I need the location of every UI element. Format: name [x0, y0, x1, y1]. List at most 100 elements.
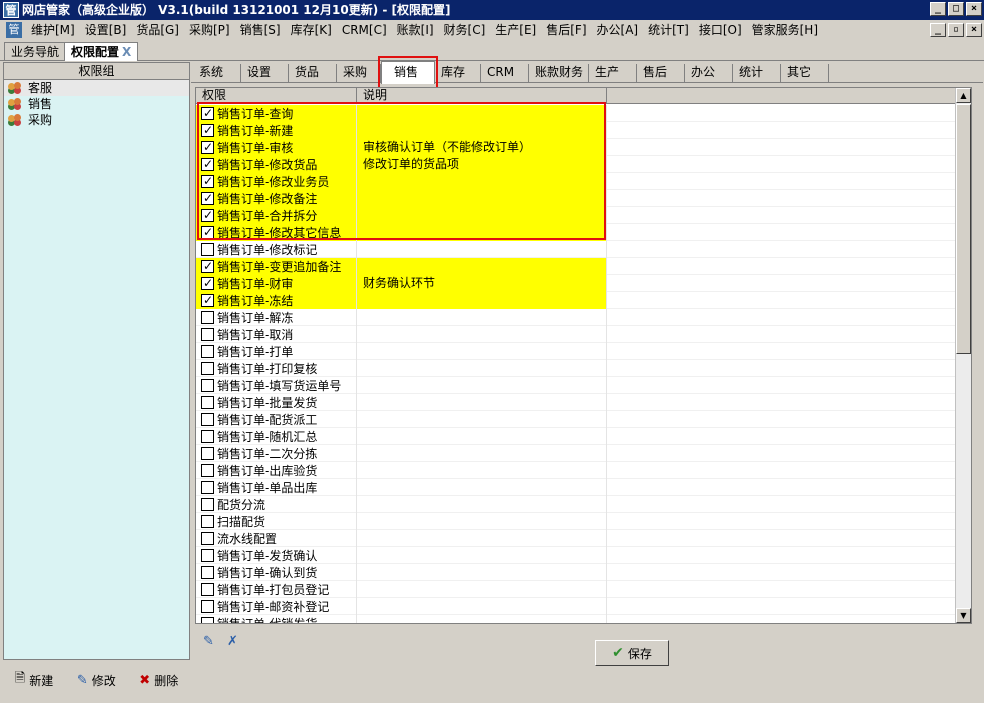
- permission-checkbox[interactable]: [201, 379, 214, 392]
- table-row[interactable]: 扫描配货: [196, 513, 966, 530]
- scroll-up-arrow-icon[interactable]: ▲: [956, 88, 971, 103]
- permission-checkbox[interactable]: [201, 292, 214, 308]
- table-row[interactable]: 销售订单-变更追加备注: [196, 258, 966, 275]
- table-row[interactable]: 销售订单-打包员登记: [196, 581, 966, 598]
- table-row[interactable]: 销售订单-解冻: [196, 309, 966, 326]
- table-row[interactable]: 销售订单-修改其它信息: [196, 224, 966, 241]
- new-group-button[interactable]: 🗎 新建: [15, 669, 53, 691]
- permission-checkbox[interactable]: [201, 430, 214, 443]
- table-row[interactable]: 销售订单-取消: [196, 326, 966, 343]
- tab-business-navigation[interactable]: 业务导航: [4, 42, 67, 61]
- table-row[interactable]: 销售订单-打单: [196, 343, 966, 360]
- permission-checkbox[interactable]: [201, 566, 214, 579]
- permission-checkbox[interactable]: [201, 173, 214, 189]
- check-all-icon[interactable]: ✎: [203, 634, 219, 650]
- permission-checkbox[interactable]: [201, 190, 214, 206]
- menu-service[interactable]: 管家服务[H]: [747, 21, 823, 39]
- uncheck-all-icon[interactable]: ✗: [227, 634, 243, 650]
- permission-checkbox[interactable]: [201, 600, 214, 613]
- edit-group-button[interactable]: ✎ 修改: [77, 672, 116, 689]
- tab-other[interactable]: 其它: [781, 64, 829, 83]
- menu-finance[interactable]: 财务[C]: [439, 21, 491, 39]
- menu-interface[interactable]: 接口[O]: [694, 21, 747, 39]
- table-row[interactable]: 销售订单-二次分拣: [196, 445, 966, 462]
- minimize-button[interactable]: _: [930, 2, 946, 16]
- permission-checkbox[interactable]: [201, 311, 214, 324]
- permission-checkbox[interactable]: [201, 532, 214, 545]
- permission-checkbox[interactable]: [201, 258, 214, 274]
- scrollbar-thumb[interactable]: [956, 104, 971, 354]
- table-row[interactable]: 销售订单-随机汇总: [196, 428, 966, 445]
- menu-statistics[interactable]: 统计[T]: [643, 21, 694, 39]
- mdi-minimize-button[interactable]: _: [930, 23, 946, 37]
- menu-accounts[interactable]: 账款[I]: [392, 21, 439, 39]
- permission-checkbox[interactable]: [201, 447, 214, 460]
- permission-checkbox[interactable]: [201, 328, 214, 341]
- permission-checkbox[interactable]: [201, 345, 214, 358]
- menu-inventory[interactable]: 库存[K]: [286, 21, 337, 39]
- table-row[interactable]: 销售订单-财审 财务确认环节: [196, 275, 966, 292]
- app-menu-icon[interactable]: 管: [6, 22, 22, 38]
- tab-purchase[interactable]: 采购: [337, 64, 381, 83]
- table-row[interactable]: 销售订单-修改货品 修改订单的货品项: [196, 156, 966, 173]
- mdi-restore-button[interactable]: ▫: [948, 23, 964, 37]
- permission-checkbox[interactable]: [201, 498, 214, 511]
- maximize-button[interactable]: □: [948, 2, 964, 16]
- permission-checkbox[interactable]: [201, 413, 214, 426]
- permission-checkbox[interactable]: [201, 515, 214, 528]
- permission-checkbox[interactable]: [201, 481, 214, 494]
- mdi-close-button[interactable]: ×: [966, 23, 982, 37]
- menu-purchase[interactable]: 采购[P]: [184, 21, 235, 39]
- tab-goods[interactable]: 货品: [289, 64, 337, 83]
- tab-inventory[interactable]: 库存: [435, 64, 481, 83]
- table-row[interactable]: 销售订单-批量发货: [196, 394, 966, 411]
- table-row[interactable]: 销售订单-确认到货: [196, 564, 966, 581]
- tab-after-sales[interactable]: 售后: [637, 64, 685, 83]
- table-row[interactable]: 销售订单-修改标记: [196, 241, 966, 258]
- permission-checkbox[interactable]: [201, 275, 214, 291]
- table-row[interactable]: 销售订单-合并拆分: [196, 207, 966, 224]
- column-header-description[interactable]: 说明: [357, 88, 607, 104]
- menu-goods[interactable]: 货品[G]: [131, 21, 184, 39]
- vertical-scrollbar[interactable]: ▲ ▼: [955, 88, 971, 623]
- table-row[interactable]: 配货分流: [196, 496, 966, 513]
- tab-sales[interactable]: 销售: [381, 61, 435, 84]
- table-row[interactable]: 销售订单-填写货运单号: [196, 377, 966, 394]
- tab-accounts-finance[interactable]: 账款财务: [529, 64, 589, 83]
- permission-checkbox[interactable]: [201, 224, 214, 240]
- table-row[interactable]: 销售订单-新建: [196, 122, 966, 139]
- table-row[interactable]: 销售订单-出库验货: [196, 462, 966, 479]
- tab-production[interactable]: 生产: [589, 64, 637, 83]
- permission-checkbox[interactable]: [201, 549, 214, 562]
- tab-permission-config[interactable]: 权限配置 X: [64, 42, 139, 61]
- table-row[interactable]: 销售订单-配货派工: [196, 411, 966, 428]
- permission-checkbox[interactable]: [201, 243, 214, 256]
- menu-crm[interactable]: CRM[C]: [337, 21, 392, 39]
- permission-checkbox[interactable]: [201, 156, 214, 172]
- table-row[interactable]: 流水线配置: [196, 530, 966, 547]
- delete-group-button[interactable]: ✖ 删除: [139, 672, 178, 689]
- table-row[interactable]: 销售订单-冻结: [196, 292, 966, 309]
- table-row[interactable]: 销售订单-单品出库: [196, 479, 966, 496]
- menu-office[interactable]: 办公[A]: [592, 21, 644, 39]
- tab-settings[interactable]: 设置: [241, 64, 289, 83]
- menu-after-sales[interactable]: 售后[F]: [541, 21, 591, 39]
- permission-checkbox[interactable]: [201, 122, 214, 138]
- table-row[interactable]: 销售订单-打印复核: [196, 360, 966, 377]
- table-row[interactable]: 销售订单-代销发货: [196, 615, 966, 623]
- table-row[interactable]: 销售订单-审核 审核确认订单（不能修改订单）: [196, 139, 966, 156]
- tab-office[interactable]: 办公: [685, 64, 733, 83]
- permission-checkbox[interactable]: [201, 362, 214, 375]
- menu-settings[interactable]: 设置[B]: [80, 21, 132, 39]
- table-row[interactable]: 销售订单-修改业务员: [196, 173, 966, 190]
- group-item-purchase[interactable]: 采购: [4, 112, 189, 128]
- permission-checkbox[interactable]: [201, 583, 214, 596]
- table-row[interactable]: 销售订单-发货确认: [196, 547, 966, 564]
- permission-checkbox[interactable]: [201, 207, 214, 223]
- group-item-customer-service[interactable]: 客服: [4, 80, 189, 96]
- tab-close-icon[interactable]: X: [122, 45, 131, 59]
- permission-checkbox[interactable]: [201, 396, 214, 409]
- tab-crm[interactable]: CRM: [481, 64, 529, 83]
- menu-production[interactable]: 生产[E]: [490, 21, 541, 39]
- table-row[interactable]: 销售订单-邮资补登记: [196, 598, 966, 615]
